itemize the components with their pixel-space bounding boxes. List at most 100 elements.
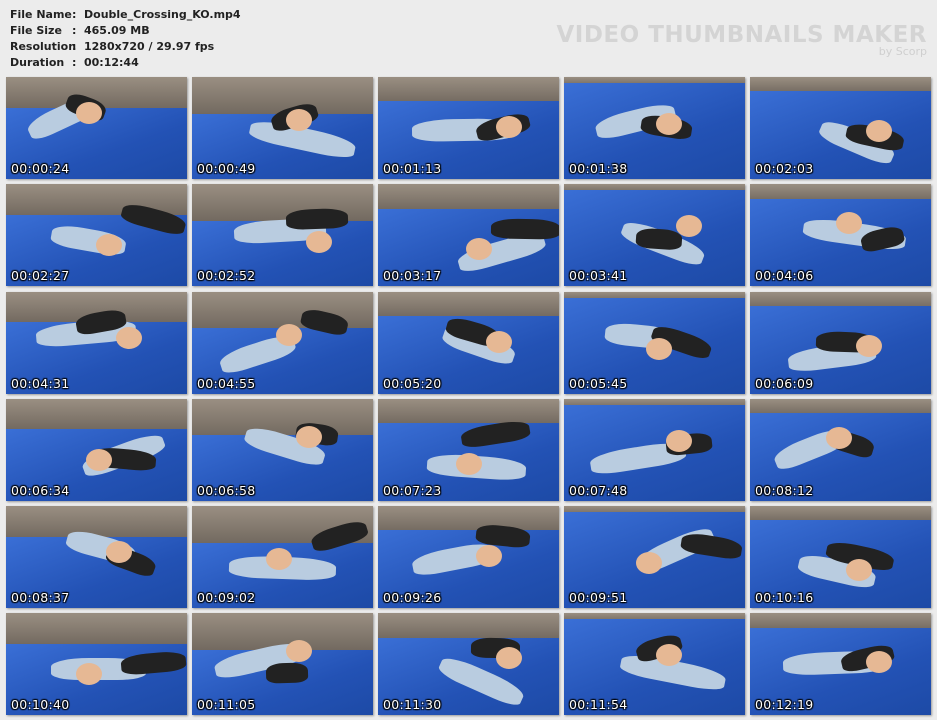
video-thumbnail: 00:06:34: [6, 398, 187, 501]
video-thumbnail: 00:08:12: [750, 398, 931, 501]
figure-shape: [826, 426, 852, 449]
video-thumbnail: 00:05:20: [378, 291, 559, 394]
timestamp: 00:10:16: [755, 590, 814, 605]
figure-shape: [116, 326, 142, 349]
video-thumbnail: 00:04:31: [6, 291, 187, 394]
timestamp: 00:09:26: [383, 590, 442, 605]
timestamp: 00:05:20: [383, 375, 442, 391]
file-name-row: File Name : Double_Crossing_KO.mp4: [10, 7, 241, 23]
figure-shape: [646, 337, 672, 360]
video-thumbnail: 00:06:58: [192, 398, 373, 501]
duration-value: 00:12:44: [84, 56, 139, 69]
figure-shape: [266, 548, 292, 570]
file-size-key: File Size: [10, 24, 62, 37]
video-thumbnail: 00:05:45: [564, 291, 745, 394]
figure-shape: [666, 429, 692, 452]
video-thumbnail: 00:09:51: [564, 506, 745, 608]
timestamp: 00:06:34: [11, 482, 70, 498]
timestamp: 00:03:17: [383, 268, 442, 284]
file-name-value: Double_Crossing_KO.mp4: [84, 8, 241, 21]
separator: :: [72, 8, 77, 21]
file-name-key: File Name: [10, 8, 72, 21]
figure-shape: [276, 323, 302, 346]
file-info-panel: File Name : Double_Crossing_KO.mp4 File …: [10, 7, 241, 71]
timestamp: 00:06:58: [197, 482, 256, 498]
video-thumbnail: 00:09:26: [378, 506, 559, 608]
separator: :: [72, 56, 77, 69]
timestamp: 00:04:06: [755, 268, 814, 284]
separator: :: [72, 24, 77, 37]
duration-key: Duration: [10, 56, 65, 69]
timestamp: 00:08:37: [11, 590, 70, 605]
video-thumbnail: 00:04:06: [750, 184, 931, 287]
figure-shape: [86, 448, 112, 471]
figure-shape: [866, 120, 892, 142]
watermark: VIDEO THUMBNAILS MAKER by Scorp: [556, 22, 927, 58]
video-thumbnail: 00:06:09: [750, 291, 931, 394]
timestamp: 00:04:55: [197, 375, 256, 391]
timestamp: 00:02:03: [755, 161, 814, 176]
video-thumbnail: 00:09:02: [192, 506, 373, 608]
video-thumbnail: 00:02:03: [750, 77, 931, 179]
video-thumbnail: 00:07:23: [378, 398, 559, 501]
video-thumbnail: 00:01:38: [564, 77, 745, 179]
timestamp: 00:04:31: [11, 375, 70, 391]
video-thumbnail: 00:11:05: [192, 613, 373, 716]
resolution-row: Resolution : 1280x720 / 29.97 fps: [10, 39, 241, 55]
figure-shape: [286, 109, 312, 131]
file-size-value: 465.09 MB: [84, 24, 150, 37]
figure-shape: [76, 102, 102, 124]
thumbnail-grid: 00:00:24 00:00:49 00:01:13 00:01:38 00:02:03…: [6, 77, 931, 716]
figure-shape: [636, 552, 662, 574]
figure-shape: [846, 559, 872, 581]
timestamp: 00:11:05: [197, 697, 256, 713]
video-thumbnail: 00:10:16: [750, 506, 931, 608]
figure-shape: [635, 227, 683, 251]
timestamp: 00:02:52: [197, 268, 256, 284]
figure-shape: [106, 541, 132, 563]
timestamp: 00:02:27: [11, 268, 70, 284]
timestamp: 00:07:23: [383, 482, 442, 498]
video-thumbnail: 00:04:55: [192, 291, 373, 394]
figure-shape: [285, 208, 349, 231]
timestamp: 00:07:48: [569, 482, 628, 498]
figure-shape: [856, 334, 882, 357]
video-thumbnail: 00:02:52: [192, 184, 373, 287]
timestamp: 00:03:41: [569, 268, 628, 284]
timestamp: 00:01:13: [383, 161, 442, 176]
video-thumbnail: 00:01:13: [378, 77, 559, 179]
video-thumbnail: 00:07:48: [564, 398, 745, 501]
resolution-key: Resolution: [10, 40, 77, 53]
watermark-title: VIDEO THUMBNAILS MAKER: [556, 22, 927, 48]
video-thumbnail: 00:03:41: [564, 184, 745, 287]
timestamp: 00:08:12: [755, 482, 814, 498]
duration-row: Duration : 00:12:44: [10, 55, 241, 71]
timestamp: 00:09:02: [197, 590, 256, 605]
figure-shape: [476, 545, 502, 567]
video-thumbnail: 00:12:19: [750, 613, 931, 716]
resolution-value: 1280x720 / 29.97 fps: [84, 40, 215, 53]
timestamp: 00:05:45: [569, 375, 628, 391]
figure-shape: [486, 330, 512, 353]
timestamp: 00:06:09: [755, 375, 814, 391]
video-thumbnail: 00:03:17: [378, 184, 559, 287]
room-background: [6, 613, 187, 648]
timestamp: 00:12:19: [755, 697, 814, 713]
figure-shape: [296, 425, 322, 448]
figure-shape: [456, 452, 482, 475]
timestamp: 00:09:51: [569, 590, 628, 605]
figure-shape: [490, 218, 559, 240]
timestamp: 00:00:49: [197, 161, 256, 176]
timestamp: 00:11:54: [569, 697, 628, 713]
timestamp: 00:11:30: [383, 697, 442, 713]
timestamp: 00:10:40: [11, 697, 70, 713]
figure-shape: [496, 116, 522, 138]
figure-shape: [265, 662, 309, 684]
video-thumbnail: 00:02:27: [6, 184, 187, 287]
video-thumbnail: 00:10:40: [6, 613, 187, 716]
video-thumbnail: 00:08:37: [6, 506, 187, 608]
room-background: [6, 398, 187, 434]
timestamp: 00:00:24: [11, 161, 70, 176]
timestamp: 00:01:38: [569, 161, 628, 176]
figure-shape: [656, 113, 682, 135]
